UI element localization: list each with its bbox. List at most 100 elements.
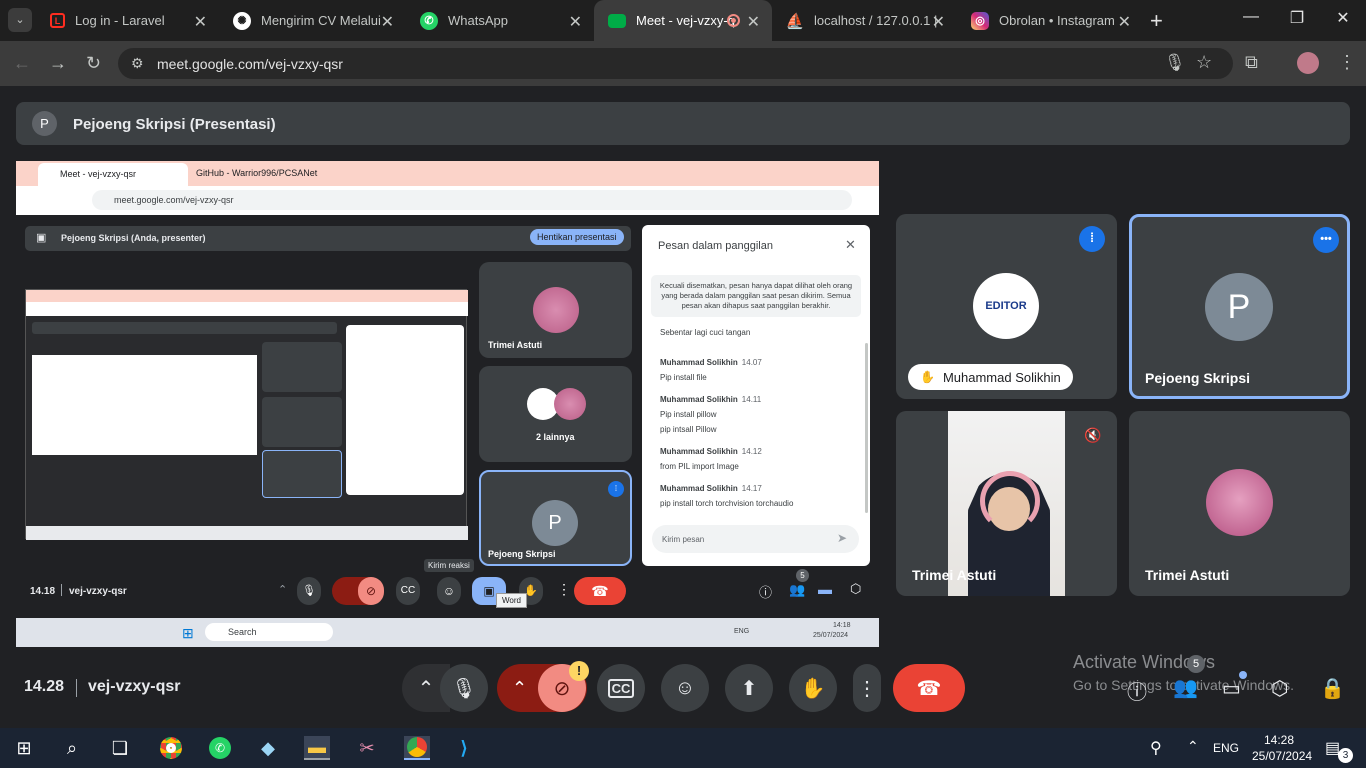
meeting-details-icon[interactable]: ⓘ <box>1127 676 1147 705</box>
participant-tile-pejoeng[interactable]: P ••• Pejoeng Skripsi <box>1129 214 1350 399</box>
activities-icon[interactable]: ⬡ <box>1271 676 1288 701</box>
mic-button-small: 🎙 <box>297 577 321 605</box>
profile-avatar[interactable] <box>1297 52 1319 74</box>
close-icon[interactable]: ✕ <box>381 12 394 32</box>
close-icon[interactable]: ✕ <box>194 12 207 32</box>
more-vert-icon: ⋮ <box>857 677 877 700</box>
avatar: EDITOR <box>973 273 1039 339</box>
task-view-icon[interactable]: ❏ <box>108 736 132 760</box>
more-options-button[interactable]: ⋮ <box>853 664 881 712</box>
taskbar-search-box <box>205 623 333 641</box>
close-icon: ✕ <box>845 237 856 252</box>
chrome-icon[interactable] <box>159 736 183 760</box>
windows-start-icon: ⊞ <box>182 625 194 641</box>
clock-time[interactable]: 14:28 <box>1264 733 1294 747</box>
tile-name: Pejoeng Skripsi <box>488 549 556 559</box>
tile-name: Trimei Astuti <box>1145 567 1230 583</box>
network-icon[interactable]: ⚲ <box>1150 738 1162 758</box>
tab-instagram[interactable]: ◎ Obrolan • Instagram ✕ <box>957 0 1143 41</box>
reaction-tooltip: Kirim reaksi <box>424 559 474 572</box>
tab-search-button[interactable]: ⌄ <box>8 8 32 32</box>
presentation-title: Pejoeng Skripsi (Presentasi) <box>73 116 276 133</box>
present-icon: ▣ <box>36 232 47 244</box>
browser-tab-bar: ⌄ L Log in - Laravel ✕ ✺ Mengirim CV Mel… <box>0 0 1366 41</box>
app-icon[interactable]: ◆ <box>256 736 280 760</box>
captions-button[interactable]: CC <box>597 664 645 712</box>
close-icon[interactable]: ✕ <box>1118 12 1131 32</box>
site-info-icon[interactable]: ⚙ <box>131 55 144 72</box>
speaking-icon: ⁞ <box>608 481 624 497</box>
restore-button[interactable]: ❐ <box>1282 8 1312 28</box>
windows-start-icon[interactable]: ⊞ <box>12 736 36 760</box>
recursive-screen-thumbnail <box>25 289 468 540</box>
present-screen-icon: ⬆ <box>740 677 758 700</box>
tab-whatsapp[interactable]: ✆ WhatsApp ✕ <box>406 0 594 41</box>
tab-meet[interactable]: Meet - vej-vzxy-q ✕ <box>594 0 772 41</box>
microphone-icon: 🎙 <box>451 677 477 700</box>
mic-off-icon: 🔇 <box>1084 427 1102 443</box>
avatar <box>554 388 586 420</box>
taskbar-search-label: Search <box>228 627 257 637</box>
recording-dot-icon <box>727 14 740 27</box>
url-text[interactable]: meet.google.com/vej-vzxy-qsr <box>157 56 343 72</box>
search-icon[interactable]: ⌕ <box>60 736 84 760</box>
browser-menu-icon[interactable]: ⋮ <box>1338 52 1356 73</box>
people-icon[interactable]: 👥 <box>1173 675 1198 700</box>
clock-date[interactable]: 25/07/2024 <box>1252 749 1312 763</box>
tab-laravel[interactable]: L Log in - Laravel ✕ <box>36 0 219 41</box>
chatgpt-icon: ✺ <box>233 11 251 30</box>
participant-tile-trimei-video[interactable]: 🔇 Trimei Astuti <box>896 411 1117 596</box>
word-tooltip: Word <box>496 593 527 608</box>
instagram-icon: ◎ <box>971 11 989 30</box>
emoji-button-small: ☺ <box>437 577 461 605</box>
forward-icon[interactable]: → <box>49 53 67 74</box>
file-explorer-icon[interactable]: ▬ <box>304 736 330 760</box>
minimize-button[interactable]: — <box>1236 8 1266 26</box>
info-icon: ⓘ <box>759 585 773 600</box>
leave-call-button[interactable]: ☎ <box>893 664 965 712</box>
shared-tile-trimei: Trimei Astuti <box>479 262 632 358</box>
notification-count: 3 <box>1338 748 1353 763</box>
chat-panel: Pesan dalam panggilan ✕ Kecuali disematk… <box>642 225 870 566</box>
new-tab-button[interactable]: + <box>1150 8 1163 34</box>
chat-icon: ▬ <box>818 581 832 597</box>
chat-icon[interactable]: ▭ <box>1222 676 1241 701</box>
bookmark-star-icon[interactable]: ☆ <box>1196 52 1212 73</box>
meet-icon <box>608 13 626 28</box>
captions-button-small: CC <box>396 577 420 605</box>
vscode-icon[interactable]: ⟩ <box>452 736 476 760</box>
tab-phpmyadmin[interactable]: ⛵ localhost / 127.0.0.1 | ✕ <box>772 0 957 41</box>
host-controls-icon[interactable]: 🔒 <box>1320 676 1345 701</box>
avatar: P <box>1205 273 1273 341</box>
microphone-button[interactable]: 🎙 <box>440 664 488 712</box>
snipping-tool-icon[interactable]: ✂ <box>355 736 379 760</box>
emoji-reaction-button[interactable]: ☺ <box>661 664 709 712</box>
close-window-button[interactable]: ✕ <box>1328 8 1358 28</box>
whatsapp-icon[interactable]: ✆ <box>208 736 232 760</box>
reload-icon[interactable]: ↻ <box>86 53 101 74</box>
language-indicator[interactable]: ENG <box>1213 741 1239 755</box>
chrome-active-icon[interactable] <box>404 736 430 760</box>
extensions-icon[interactable]: ⧉ <box>1245 52 1258 73</box>
participant-tile-trimei-avatar[interactable]: Trimei Astuti <box>1129 411 1350 596</box>
present-screen-button[interactable]: ⬆ <box>725 664 773 712</box>
close-icon[interactable]: ✕ <box>932 12 945 32</box>
close-icon[interactable]: ✕ <box>569 12 582 32</box>
avatar <box>1206 469 1273 536</box>
shared-tab-meet: Meet - vej-vzxy-qsr <box>38 163 188 186</box>
raise-hand-button[interactable]: ✋ <box>789 664 837 712</box>
tab-chatgpt[interactable]: ✺ Mengirim CV Melalui ✕ <box>219 0 406 41</box>
emoji-icon: ☺ <box>674 676 696 699</box>
laravel-icon: L <box>50 13 65 28</box>
participant-tile-muhammad[interactable]: EDITOR ⁞ ✋ Muhammad Solikhin <box>896 214 1117 399</box>
microphone-icon[interactable]: 🎙 <box>1164 53 1186 73</box>
more-options-icon[interactable]: ••• <box>1313 227 1339 253</box>
shared-taskbar <box>16 618 879 647</box>
tile-name: Trimei Astuti <box>912 567 997 583</box>
tile-name: Pejoeng Skripsi <box>1145 370 1251 386</box>
taskbar-lang: ENG <box>734 628 750 635</box>
back-icon[interactable]: ← <box>13 53 31 74</box>
close-icon[interactable]: ✕ <box>747 12 760 32</box>
taskbar-date: 25/07/2024 <box>813 632 849 639</box>
chevron-up-icon[interactable]: ⌃ <box>1187 738 1199 755</box>
